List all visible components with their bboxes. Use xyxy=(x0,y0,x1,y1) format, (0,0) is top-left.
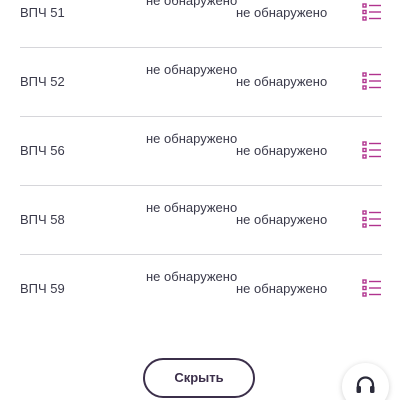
list-item: ВПЧ 52 не обнаружено не обнаружено xyxy=(20,48,382,117)
test-result: не обнаружено xyxy=(146,200,238,215)
hide-button[interactable]: Скрыть xyxy=(143,358,255,398)
test-result: не обнаружено xyxy=(236,143,328,158)
list-item: ВПЧ 56 не обнаружено не обнаружено xyxy=(20,117,382,186)
test-result: не обнаружено xyxy=(236,5,328,20)
list-icon[interactable] xyxy=(362,3,382,21)
list-icon[interactable] xyxy=(362,210,382,228)
test-result: не обнаружено xyxy=(236,74,328,89)
results-list: ВПЧ 51 не обнаружено не обнаружено ВПЧ 5… xyxy=(20,0,382,323)
test-result: не обнаружено xyxy=(146,0,238,8)
test-name: ВПЧ 59 xyxy=(20,281,65,296)
test-result: не обнаружено xyxy=(236,212,328,227)
list-item: ВПЧ 51 не обнаружено не обнаружено xyxy=(20,0,382,48)
list-icon[interactable] xyxy=(362,72,382,90)
test-name: ВПЧ 56 xyxy=(20,143,65,158)
test-name: ВПЧ 58 xyxy=(20,212,65,227)
list-item: ВПЧ 58 не обнаружено не обнаружено xyxy=(20,186,382,255)
list-icon[interactable] xyxy=(362,141,382,159)
list-icon[interactable] xyxy=(362,279,382,297)
test-name: ВПЧ 52 xyxy=(20,74,65,89)
test-result: не обнаружено xyxy=(146,131,238,146)
results-screen: ВПЧ 51 не обнаружено не обнаружено ВПЧ 5… xyxy=(0,0,400,400)
test-result: не обнаружено xyxy=(236,281,328,296)
test-result: не обнаружено xyxy=(146,269,238,284)
support-chat-button[interactable] xyxy=(342,363,389,400)
list-item: ВПЧ 59 не обнаружено не обнаружено xyxy=(20,255,382,323)
test-result: не обнаружено xyxy=(146,62,238,77)
test-name: ВПЧ 51 xyxy=(20,5,65,20)
headphones-icon xyxy=(356,376,375,393)
